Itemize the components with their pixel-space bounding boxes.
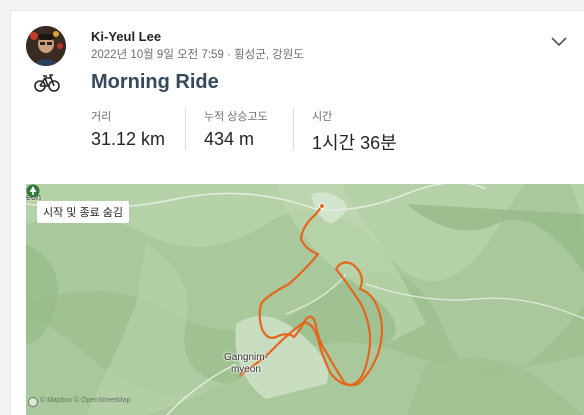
stat-elevation: 누적 상승고도 434 m bbox=[204, 108, 268, 150]
avatar[interactable] bbox=[26, 26, 66, 66]
map-town-label: Gangnim- myeon bbox=[224, 352, 268, 376]
stat-distance: 거리 31.12 km bbox=[91, 108, 165, 150]
stat-distance-label: 거리 bbox=[91, 111, 112, 123]
info-icon[interactable] bbox=[28, 397, 38, 407]
route-map[interactable]: eon 시작 및 종료 숨김 Gangnim- myeon © Mapbox ©… bbox=[26, 184, 584, 415]
tree-marker-icon bbox=[26, 184, 40, 198]
activity-date-location: 2022년 10월 9일 오전 7:59 · 횡성군, 강원도 bbox=[91, 49, 304, 61]
hide-start-end-toggle[interactable]: 시작 및 종료 숨김 bbox=[37, 201, 130, 223]
avatar-image bbox=[26, 26, 66, 66]
stat-elevation-value: 434 m bbox=[204, 129, 255, 149]
stat-elevation-label: 누적 상승고도 bbox=[204, 111, 268, 123]
athlete-name[interactable]: Ki-Yeul Lee bbox=[91, 29, 161, 44]
bike-icon bbox=[34, 74, 60, 92]
stat-distance-value: 31.12 km bbox=[91, 129, 166, 149]
stat-divider bbox=[185, 108, 186, 150]
stat-time-label: 시간 bbox=[312, 111, 333, 123]
stat-time: 시간 1시간 36분 bbox=[312, 108, 397, 155]
activity-card: Ki-Yeul Lee 2022년 10월 9일 오전 7:59 · 횡성군, … bbox=[10, 10, 584, 415]
activity-title[interactable]: Morning Ride bbox=[91, 71, 219, 94]
map-town-label-line1: Gangnim- bbox=[224, 352, 268, 363]
stat-divider bbox=[293, 108, 294, 150]
chevron-down-icon[interactable] bbox=[550, 36, 568, 48]
map-attribution[interactable]: © Mapbox © OpenStreetMap bbox=[40, 397, 130, 404]
stat-time-value: 1시간 36분 bbox=[312, 133, 397, 153]
route-start-marker bbox=[319, 203, 325, 209]
map-town-label-line2: myeon bbox=[230, 364, 261, 375]
